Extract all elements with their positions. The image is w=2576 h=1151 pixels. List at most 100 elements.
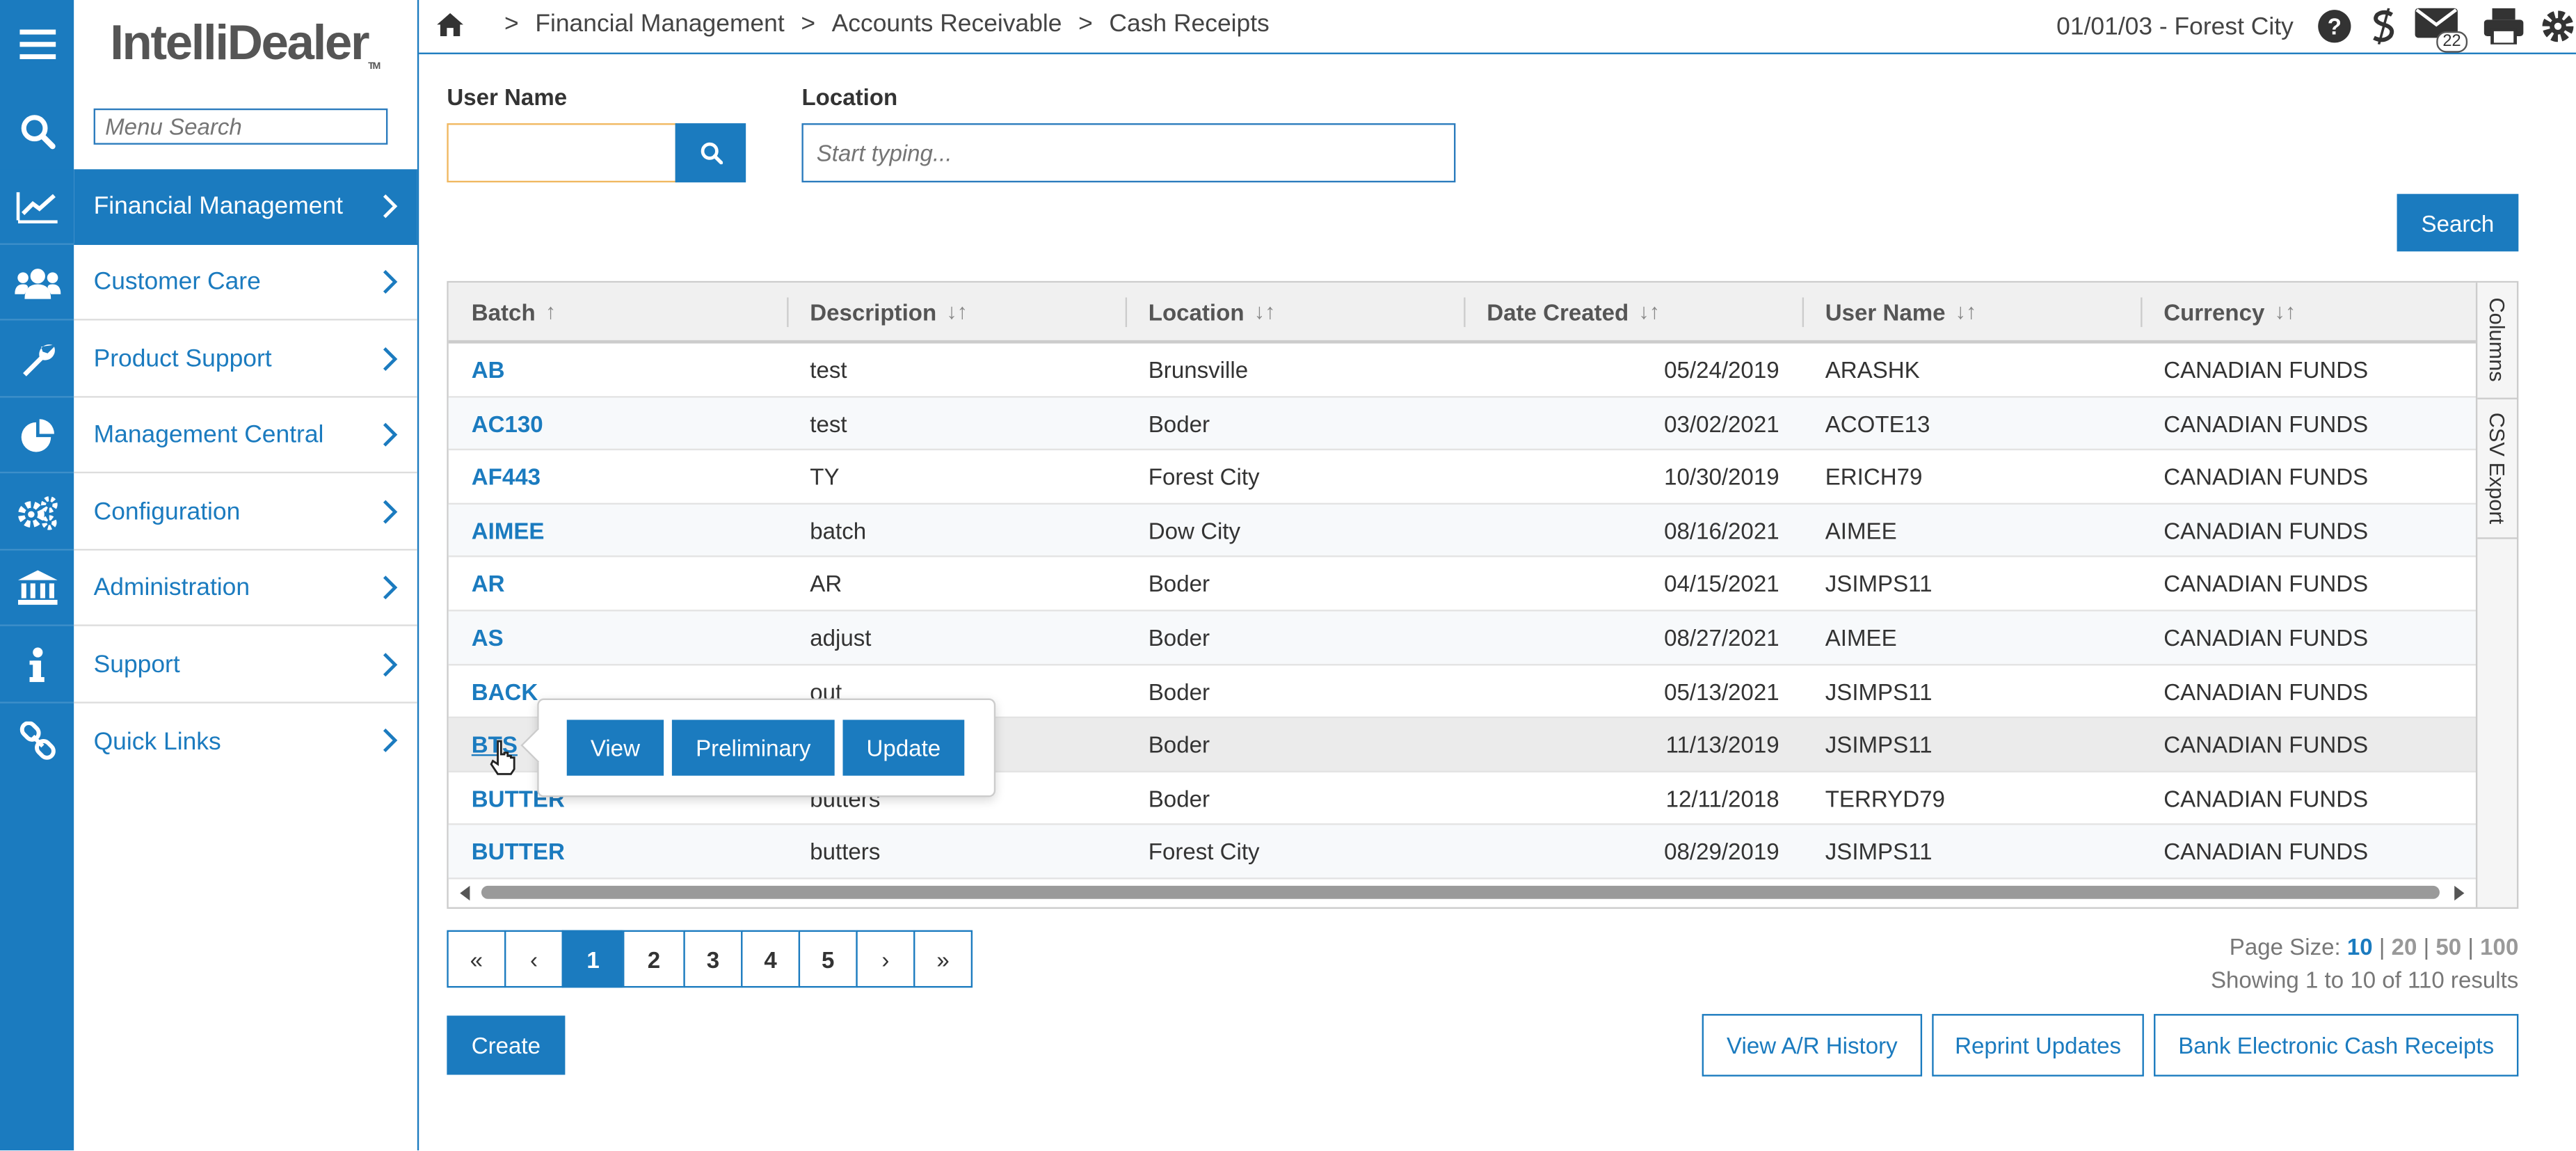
- reprint-updates-button[interactable]: Reprint Updates: [1932, 1014, 2144, 1077]
- last-page-button[interactable]: »: [913, 930, 973, 988]
- page-button-5[interactable]: 5: [798, 930, 858, 988]
- user-name-input[interactable]: [447, 123, 677, 183]
- chart-line-icon[interactable]: [0, 169, 74, 245]
- cell-batch[interactable]: AB: [449, 344, 787, 397]
- cell-batch[interactable]: AS: [449, 612, 787, 665]
- update-button[interactable]: Update: [842, 720, 965, 776]
- info-icon[interactable]: [0, 628, 74, 704]
- cell-batch[interactable]: BUTTER: [449, 825, 787, 878]
- sort-icon: ↓↑: [1254, 299, 1276, 324]
- cell-batch[interactable]: AR: [449, 558, 787, 611]
- breadcrumb-item[interactable]: Financial Management: [535, 10, 784, 38]
- wrench-icon[interactable]: [0, 322, 74, 398]
- bank-electronic-cash-receipts-button[interactable]: Bank Electronic Cash Receipts: [2154, 1014, 2519, 1077]
- gears-icon[interactable]: [0, 475, 74, 551]
- user-name-search-button[interactable]: [675, 123, 746, 183]
- chevron-right-icon: [383, 653, 398, 677]
- menu-item-label: Administration: [93, 573, 250, 602]
- page-size-20[interactable]: 20: [2392, 933, 2417, 960]
- table-row[interactable]: BUTTER butters Forest City 08/29/2019 JSIMPS…: [448, 825, 2479, 880]
- breadcrumb-item[interactable]: Accounts Receivable: [832, 10, 1062, 38]
- csv-export-tab[interactable]: CSV Export: [2477, 398, 2517, 539]
- column-header-currency[interactable]: Currency ↓↑: [2141, 283, 2479, 340]
- create-button[interactable]: Create: [447, 1015, 566, 1075]
- menu-item-product-support[interactable]: Product Support: [74, 322, 417, 398]
- cell-user: JSIMPS11: [1825, 571, 1933, 598]
- scrollbar-thumb[interactable]: [481, 885, 2440, 899]
- page-size-100[interactable]: 100: [2480, 933, 2518, 960]
- page-button-4[interactable]: 4: [741, 930, 801, 988]
- page-size-10[interactable]: 10: [2347, 933, 2373, 960]
- cell-description: test: [810, 410, 847, 437]
- menu-item-label: Product Support: [93, 344, 272, 374]
- columns-tab[interactable]: Columns: [2477, 283, 2517, 399]
- date-location[interactable]: 01/01/03 - Forest City: [2056, 13, 2294, 40]
- pagination: « ‹ 1 2 3 4 5 › »: [447, 930, 973, 988]
- preliminary-button[interactable]: Preliminary: [671, 720, 835, 776]
- view-button[interactable]: View: [566, 720, 664, 776]
- cell-description: butters: [810, 839, 881, 866]
- scroll-left-icon[interactable]: [458, 885, 472, 901]
- menu-item-configuration[interactable]: Configuration: [74, 475, 417, 551]
- menu-item-support[interactable]: Support: [74, 628, 417, 704]
- column-header-batch[interactable]: Batch ↑: [449, 283, 787, 340]
- breadcrumb-item: Cash Receipts: [1109, 10, 1270, 38]
- menu-search-input[interactable]: [93, 108, 388, 145]
- chevron-right-icon: [383, 576, 398, 600]
- cell-currency: CANADIAN FUNDS: [2163, 731, 2369, 759]
- cell-currency: CANADIAN FUNDS: [2163, 839, 2369, 866]
- cell-location: Dow City: [1148, 517, 1241, 544]
- view-ar-history-button[interactable]: View A/R History: [1702, 1014, 1923, 1077]
- search-icon[interactable]: [0, 102, 74, 161]
- mail-icon[interactable]: 22: [2415, 6, 2468, 53]
- cell-user: AIMEE: [1825, 517, 1897, 544]
- page-button-3[interactable]: 3: [683, 930, 743, 988]
- column-header-date-created[interactable]: Date Created ↓↑: [1464, 283, 1802, 340]
- menu-item-financial-management[interactable]: Financial Management: [74, 169, 417, 245]
- hamburger-menu-icon[interactable]: [0, 13, 74, 76]
- menu-item-quick-links[interactable]: Quick Links: [74, 704, 417, 779]
- table-row[interactable]: AS adjust Boder 08/27/2021 AIMEE CANADIAN FUN…: [448, 611, 2479, 665]
- pie-chart-icon[interactable]: [0, 398, 74, 474]
- next-page-button[interactable]: ›: [856, 930, 915, 988]
- menu-item-label: Financial Management: [93, 192, 344, 221]
- cell-description: TY: [810, 463, 840, 491]
- menu-item-management-central[interactable]: Management Central: [74, 398, 417, 474]
- cell-currency: CANADIAN FUNDS: [2163, 571, 2369, 598]
- currency-icon[interactable]: [2369, 8, 2399, 45]
- link-icon[interactable]: [0, 704, 74, 779]
- home-icon[interactable]: [435, 10, 465, 37]
- scroll-right-icon[interactable]: [2453, 885, 2466, 901]
- search-button[interactable]: Search: [2397, 193, 2519, 252]
- user-name-label: User Name: [447, 84, 568, 111]
- cell-location: Boder: [1148, 410, 1210, 437]
- column-header-user-name[interactable]: User Name ↓↑: [1802, 283, 2141, 340]
- menu-item-customer-care[interactable]: Customer Care: [74, 245, 417, 321]
- column-header-location[interactable]: Location ↓↑: [1126, 283, 1464, 340]
- top-header: > Financial Management > Accounts Receiv…: [419, 0, 2576, 54]
- cell-batch[interactable]: AC130: [449, 397, 787, 450]
- gear-icon[interactable]: [2540, 8, 2576, 45]
- column-header-description[interactable]: Description ↓↑: [787, 283, 1125, 340]
- first-page-button[interactable]: «: [447, 930, 506, 988]
- table-row[interactable]: AC130 test Boder 03/02/2021 ACOTE13 CANADIAN …: [448, 397, 2479, 451]
- page-size-50[interactable]: 50: [2435, 933, 2461, 960]
- page-button-1[interactable]: 1: [561, 930, 625, 988]
- print-icon[interactable]: [2483, 8, 2524, 45]
- bank-icon[interactable]: [0, 550, 74, 626]
- cell-currency: CANADIAN FUNDS: [2163, 624, 2369, 651]
- table-row[interactable]: AB test Brunsville 05/24/2019 ARASHK CANADIAN…: [448, 344, 2479, 397]
- prev-page-button[interactable]: ‹: [504, 930, 564, 988]
- table-row[interactable]: AF443 TY Forest City 10/30/2019 ERICH79 CANAD…: [448, 451, 2479, 505]
- page-button-2[interactable]: 2: [623, 930, 685, 988]
- users-icon[interactable]: [0, 245, 74, 321]
- menu-item-administration[interactable]: Administration: [74, 550, 417, 626]
- table-row[interactable]: AIMEE batch Dow City 08/16/2021 AIMEE CANADIA…: [448, 504, 2479, 558]
- help-icon[interactable]: ?: [2317, 8, 2353, 45]
- table-row[interactable]: AR AR Boder 04/15/2021 JSIMPS11 CANADIAN FUND…: [448, 558, 2479, 612]
- cell-batch[interactable]: AF443: [449, 451, 787, 504]
- cell-batch[interactable]: AIMEE: [449, 505, 787, 557]
- location-input[interactable]: [801, 123, 1456, 183]
- horizontal-scrollbar[interactable]: [458, 884, 2466, 901]
- menu-item-label: Configuration: [93, 498, 241, 526]
